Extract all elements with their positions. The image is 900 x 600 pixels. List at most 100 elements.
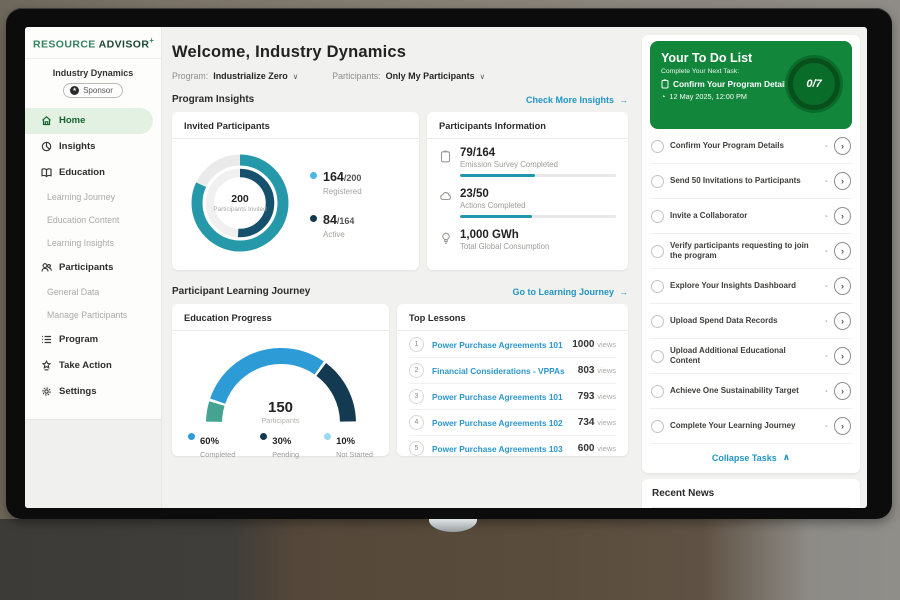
todo-go-button[interactable]: › — [834, 312, 851, 330]
todo-checkbox[interactable] — [651, 420, 664, 433]
emission-survey-bar — [460, 174, 616, 177]
sidebar-item-education[interactable]: Education — [25, 160, 161, 186]
top-lessons-title: Top Lessons — [397, 304, 628, 331]
org-name: Industry Dynamics — [25, 68, 161, 78]
check-more-insights-label: Check More Insights — [526, 95, 614, 105]
todo-checkbox[interactable] — [651, 140, 664, 153]
emission-survey-label: Emission Survey Completed — [460, 160, 616, 169]
sidebar-item-label: Take Action — [59, 360, 112, 371]
active-of: /164 — [337, 216, 355, 226]
todo-checkbox[interactable] — [651, 175, 664, 188]
program-filter-label: Program: — [172, 71, 208, 81]
todo-checkbox[interactable] — [651, 245, 664, 258]
check-more-insights-link[interactable]: Check More Insights → — [526, 95, 628, 105]
sidebar-item-label: Learning Journey — [47, 192, 115, 202]
sidebar-item-label: Insights — [59, 141, 95, 152]
todo-checkbox[interactable] — [651, 210, 664, 223]
participants-icon — [41, 262, 52, 273]
todo-go-button[interactable]: › — [834, 242, 851, 260]
participants-information-card: Participants Information 79/164 Emission… — [427, 112, 628, 270]
todo-item-label: Confirm Your Program Details — [670, 141, 817, 151]
sidebar-item-general-data[interactable]: General Data — [25, 281, 161, 304]
todo-go-button[interactable]: › — [834, 347, 851, 365]
todo-item[interactable]: Achieve One Sustainability Target ◔ › — [650, 374, 852, 409]
participants-filter[interactable]: Participants: Only My Participants ∨ — [332, 71, 485, 81]
sidebar-item-take-action[interactable]: Take Action — [25, 353, 161, 379]
sidebar-item-label: Settings — [59, 386, 96, 397]
todo-checkbox[interactable] — [651, 385, 664, 398]
sidebar-item-label: Participants — [59, 262, 113, 273]
go-to-learning-journey-link[interactable]: Go to Learning Journey → — [512, 287, 628, 297]
sidebar-item-learning-journey[interactable]: Learning Journey — [25, 186, 161, 209]
clock-icon: ◔ — [823, 212, 828, 221]
lesson-title-link[interactable]: Power Purchase Agreements 103 — [432, 444, 570, 454]
clock-icon: ◔ — [823, 142, 828, 151]
todo-summary-card[interactable]: Your To Do List Complete Your Next Task:… — [650, 41, 852, 129]
lesson-row[interactable]: 3 Power Purchase Agreements 101 793 view… — [409, 384, 616, 410]
todo-checkbox[interactable] — [651, 315, 664, 328]
todo-checkbox[interactable] — [651, 280, 664, 293]
lesson-views: 1000 — [572, 339, 594, 350]
clock-icon: ◔ — [823, 317, 828, 326]
todo-checkbox[interactable] — [651, 350, 664, 363]
todo-go-button[interactable]: › — [834, 207, 851, 225]
lesson-row[interactable]: 2 Financial Considerations - VPPAs 803 v… — [409, 358, 616, 384]
education-progress-card: Education Progress 150 Participants — [172, 304, 389, 456]
todo-item[interactable]: Confirm Your Program Details ◔ › — [650, 129, 852, 164]
program-filter[interactable]: Program: Industrialize Zero ∨ — [172, 71, 298, 81]
todo-item[interactable]: Invite a Collaborator ◔ › — [650, 199, 852, 234]
todo-item[interactable]: Verify participants requesting to join t… — [650, 234, 852, 269]
sidebar-item-insights[interactable]: Insights — [25, 134, 161, 160]
take-action-icon — [41, 360, 52, 371]
todo-go-button[interactable]: › — [834, 137, 851, 155]
lesson-title-link[interactable]: Power Purchase Agreements 101 — [432, 392, 570, 402]
app-logo[interactable]: RESOURCE ADVISOR+ — [25, 27, 161, 59]
chevron-up-icon: ∧ — [783, 452, 790, 463]
lesson-title-link[interactable]: Power Purchase Agreements 101 — [432, 340, 564, 350]
todo-item[interactable]: Upload Additional Educational Content ◔ … — [650, 339, 852, 374]
clock-icon: ◔ — [823, 352, 828, 361]
chevron-right-icon: › — [841, 386, 844, 396]
dashboard-screen: RESOURCE ADVISOR+ Industry Dynamics ★ Sp… — [25, 27, 867, 508]
todo-go-button[interactable]: › — [834, 172, 851, 190]
lesson-row[interactable]: 5 Power Purchase Agreements 103 600 view… — [409, 436, 616, 461]
sidebar-item-home[interactable]: Home — [25, 108, 153, 134]
active-value: 84 — [323, 213, 337, 227]
lesson-row[interactable]: 1 Power Purchase Agreements 101 1000 vie… — [409, 332, 616, 358]
todo-go-button[interactable]: › — [834, 382, 851, 400]
clock-icon: ◔ — [661, 92, 665, 101]
sidebar-item-education-content[interactable]: Education Content — [25, 209, 161, 232]
registered-dot — [310, 172, 317, 179]
registered-label: Registered — [323, 187, 362, 196]
lesson-title-link[interactable]: Financial Considerations - VPPAs — [432, 366, 570, 376]
not-started-dot — [324, 433, 331, 440]
sidebar-item-program[interactable]: Program — [25, 327, 161, 353]
lightbulb-icon — [441, 232, 451, 245]
filters-row: Program: Industrialize Zero ∨ Participan… — [172, 71, 628, 81]
completed-label: Completed — [200, 450, 235, 459]
todo-item[interactable]: Explore Your Insights Dashboard ◔ › — [650, 269, 852, 304]
todo-item[interactable]: Upload Spend Data Records ◔ › — [650, 304, 852, 339]
sponsor-badge[interactable]: ★ Sponsor — [63, 83, 123, 98]
sidebar-item-participants[interactable]: Participants — [25, 255, 161, 281]
sidebar-item-settings[interactable]: Settings — [25, 379, 161, 405]
lesson-title-link[interactable]: Power Purchase Agreements 102 — [432, 418, 570, 428]
lesson-rank: 4 — [409, 415, 424, 430]
sidebar-item-learning-insights[interactable]: Learning Insights — [25, 232, 161, 255]
todo-item-label: Invite a Collaborator — [670, 211, 817, 221]
sponsor-badge-label: Sponsor — [83, 86, 113, 95]
todo-go-button[interactable]: › — [834, 417, 851, 435]
todo-go-button[interactable]: › — [834, 277, 851, 295]
collapse-tasks-link[interactable]: Collapse Tasks ∧ — [650, 444, 852, 469]
todo-item[interactable]: Send 50 Invitations to Participants ◔ › — [650, 164, 852, 199]
lesson-rank: 2 — [409, 363, 424, 378]
lesson-row[interactable]: 4 Power Purchase Agreements 102 734 view… — [409, 410, 616, 436]
sidebar-item-manage-participants[interactable]: Manage Participants — [25, 304, 161, 327]
chevron-right-icon: › — [841, 351, 844, 361]
todo-item[interactable]: Complete Your Learning Journey ◔ › — [650, 409, 852, 444]
actions-completed-label: Actions Completed — [460, 201, 616, 210]
clock-icon: ◔ — [823, 387, 828, 396]
gauge-center-label: Participants — [196, 416, 366, 425]
legend-not-started: 10% Not Started — [324, 431, 373, 459]
top-lessons-card: Top Lessons 1 Power Purchase Agreements … — [397, 304, 628, 456]
